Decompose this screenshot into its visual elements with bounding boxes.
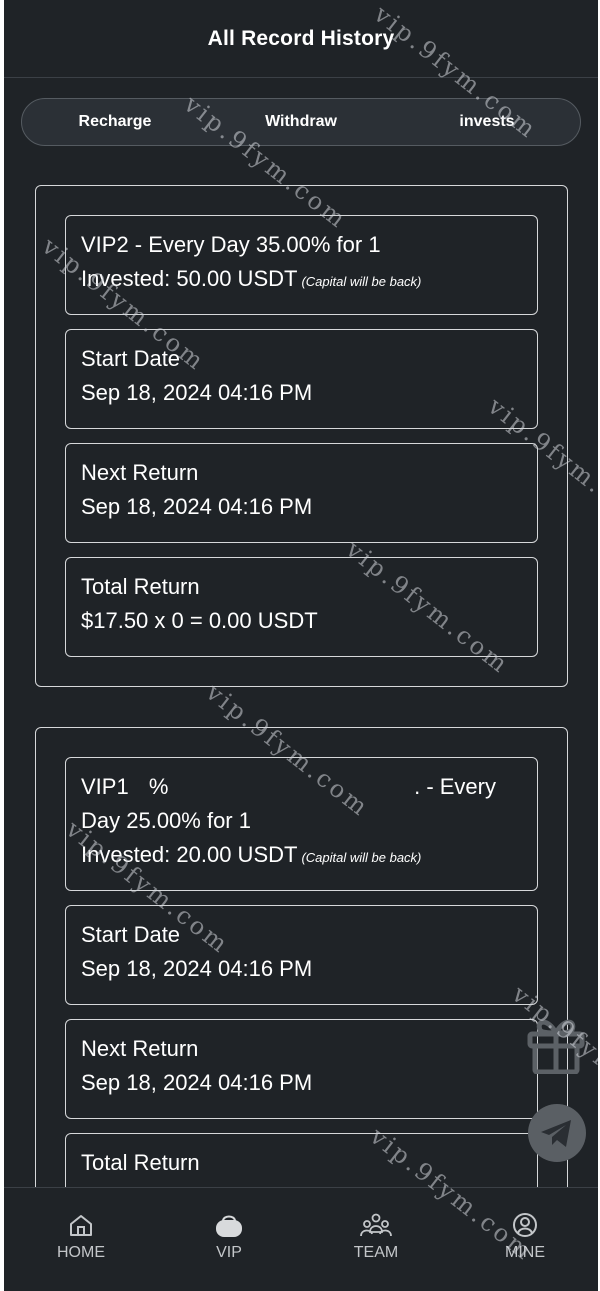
capital-note: (Capital will be back) xyxy=(301,274,422,289)
plan-line: VIP2 - Every Day 35.00% for 1 xyxy=(81,232,381,257)
start-date-value: Sep 18, 2024 04:16 PM xyxy=(81,380,313,405)
invested-amount: Invested: 20.00 USDT xyxy=(81,842,298,867)
total-return-card: Total Return $17.50 x 0 = 0.00 USDT xyxy=(65,557,538,657)
start-date-card: Start Date Sep 18, 2024 04:16 PM xyxy=(65,905,538,1005)
capital-note: (Capital will be back) xyxy=(301,850,422,865)
bottom-navigation: HOME VIP TEAM MINE xyxy=(4,1187,598,1291)
plan-line: VIP1 %. - Every xyxy=(81,774,496,799)
invested-line: Invested: 50.00 USDT (Capital will be bac… xyxy=(81,262,522,299)
nav-vip-label: VIP xyxy=(216,1244,242,1261)
start-date-label: Start Date xyxy=(81,346,181,371)
record-card: VIP1 %. - Every Day 25.00% for 1 Investe… xyxy=(35,727,568,1187)
next-return-label: Next Return xyxy=(81,1036,199,1061)
nav-mine-label: MINE xyxy=(505,1244,545,1261)
start-date-card: Start Date Sep 18, 2024 04:16 PM xyxy=(65,329,538,429)
telegram-icon xyxy=(528,1104,586,1162)
record-type-tabs: Recharge Withdraw invests xyxy=(21,98,581,146)
gift-button[interactable] xyxy=(526,1012,586,1075)
plan-info-card: VIP1 %. - Every Day 25.00% for 1 Investe… xyxy=(65,757,538,891)
start-date-label: Start Date xyxy=(81,922,181,947)
invested-amount: Invested: 50.00 USDT xyxy=(81,266,298,291)
total-return-label: Total Return xyxy=(81,1150,200,1175)
gift-icon xyxy=(527,1019,585,1075)
nav-vip[interactable]: VIP xyxy=(179,1212,279,1262)
team-icon xyxy=(360,1213,392,1237)
total-return-value: $17.50 x 0 = 0.00 USDT xyxy=(81,608,318,633)
total-return-label: Total Return xyxy=(81,574,200,599)
invested-line: Invested: 20.00 USDT (Capital will be bac… xyxy=(81,838,522,875)
next-return-value: Sep 18, 2024 04:16 PM xyxy=(81,1070,313,1095)
next-return-label: Next Return xyxy=(81,460,199,485)
plan-line-continued: Day 25.00% for 1 xyxy=(81,808,251,833)
tab-withdraw[interactable]: Withdraw xyxy=(208,113,394,131)
nav-home-label: HOME xyxy=(57,1244,105,1261)
plan-info-card: VIP2 - Every Day 35.00% for 1 Invested: … xyxy=(65,215,538,315)
next-return-card: Next Return Sep 18, 2024 04:16 PM xyxy=(65,1019,538,1119)
app-screen: All Record History Recharge Withdraw inv… xyxy=(4,0,598,1291)
vip-basket-icon xyxy=(216,1215,242,1237)
next-return-card: Next Return Sep 18, 2024 04:16 PM xyxy=(65,443,538,543)
start-date-value: Sep 18, 2024 04:16 PM xyxy=(81,956,313,981)
home-icon xyxy=(70,1215,92,1236)
nav-team-label: TEAM xyxy=(353,1244,399,1261)
page-title: All Record History xyxy=(207,26,395,50)
nav-mine[interactable]: MINE xyxy=(475,1212,575,1262)
user-icon xyxy=(513,1213,537,1237)
page-header: All Record History xyxy=(4,0,598,78)
nav-team[interactable]: TEAM xyxy=(326,1212,426,1262)
tab-invests[interactable]: invests xyxy=(394,113,580,131)
nav-home[interactable]: HOME xyxy=(31,1212,131,1262)
total-return-card: Total Return xyxy=(65,1133,538,1187)
record-card: VIP2 - Every Day 35.00% for 1 Invested: … xyxy=(35,185,568,687)
next-return-value: Sep 18, 2024 04:16 PM xyxy=(81,494,313,519)
telegram-button[interactable] xyxy=(527,1103,587,1163)
records-list[interactable]: VIP2 - Every Day 35.00% for 1 Invested: … xyxy=(4,160,598,1187)
tab-recharge[interactable]: Recharge xyxy=(22,113,208,131)
